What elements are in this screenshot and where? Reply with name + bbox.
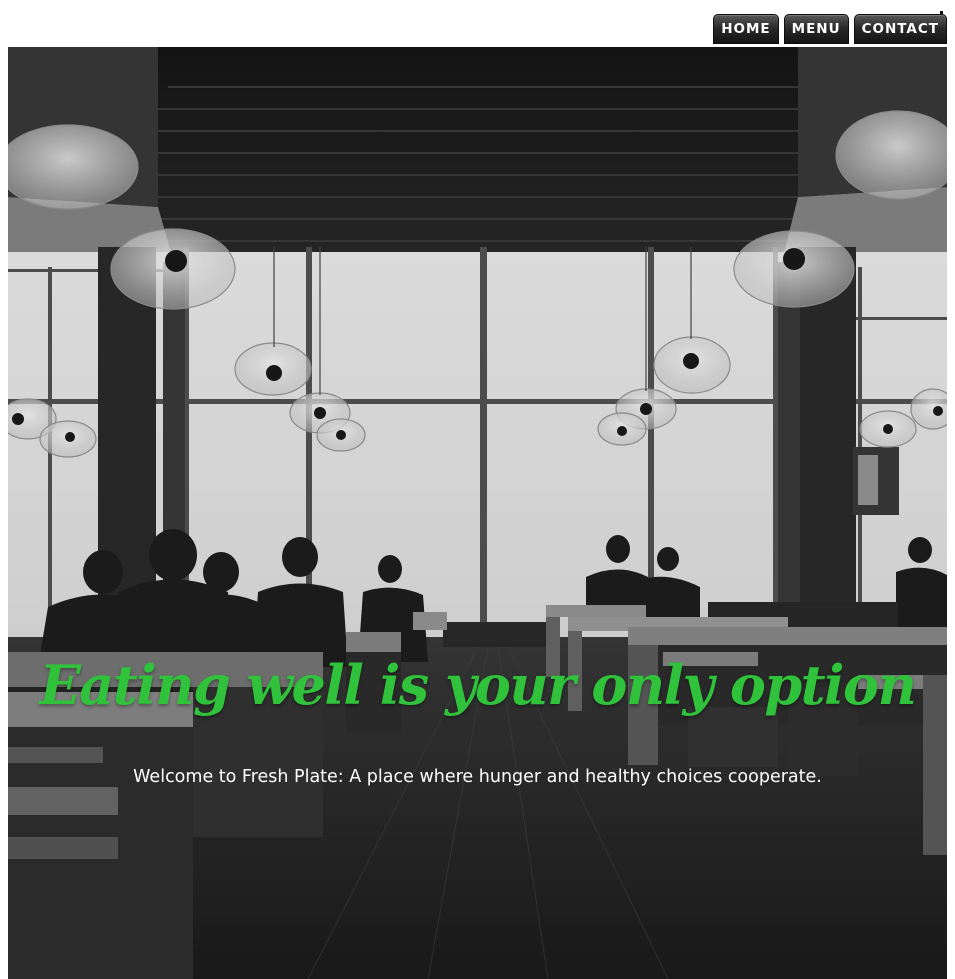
hero-tagline: Welcome to Fresh Plate: A place where hu… — [133, 767, 822, 787]
top-nav: HOME MENU CONTACT — [713, 11, 947, 44]
nav-menu-button[interactable]: MENU — [783, 14, 849, 44]
hero-section: Eating well is your only option Welcome … — [8, 47, 947, 979]
hero-headline: Eating well is your only option — [39, 653, 917, 717]
nav-home-button[interactable]: HOME — [713, 14, 779, 44]
restaurant-interior-photo — [8, 47, 947, 979]
nav-marker — [940, 11, 943, 15]
nav-contact-button[interactable]: CONTACT — [853, 14, 947, 44]
